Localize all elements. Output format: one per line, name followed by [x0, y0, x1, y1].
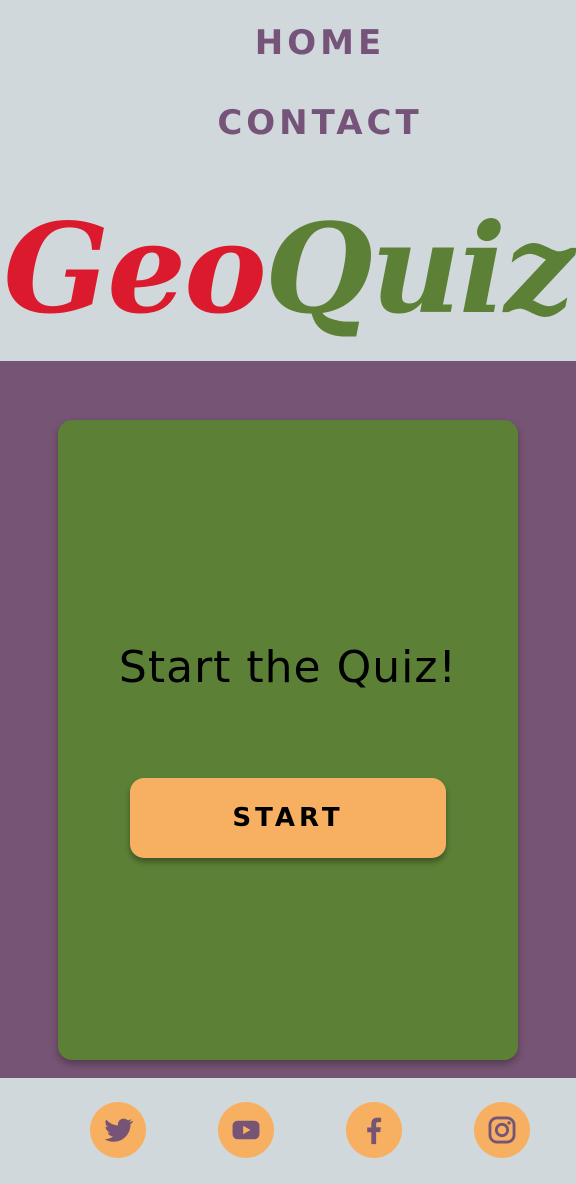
twitter-icon [104, 1118, 134, 1142]
youtube-icon [232, 1120, 260, 1140]
header: HOME CONTACT GeoQuiz [0, 0, 576, 361]
quiz-start-card: Start the Quiz! START [58, 420, 518, 1060]
logo-part-quiz: Quiz [264, 197, 575, 342]
instagram-icon [488, 1116, 516, 1144]
nav-contact-link[interactable]: CONTACT [0, 100, 576, 146]
logo-part-geo: Geo [3, 197, 266, 342]
main-section: Start the Quiz! START [0, 361, 576, 1078]
facebook-icon [367, 1117, 382, 1145]
twitter-link[interactable] [90, 1102, 146, 1158]
nav-home-link[interactable]: HOME [0, 20, 576, 66]
instagram-link[interactable] [474, 1102, 530, 1158]
card-title: Start the Quiz! [118, 642, 458, 693]
logo: GeoQuiz [0, 190, 576, 350]
start-button[interactable]: START [130, 778, 446, 858]
footer [0, 1078, 576, 1184]
youtube-link[interactable] [218, 1102, 274, 1158]
facebook-link[interactable] [346, 1102, 402, 1158]
